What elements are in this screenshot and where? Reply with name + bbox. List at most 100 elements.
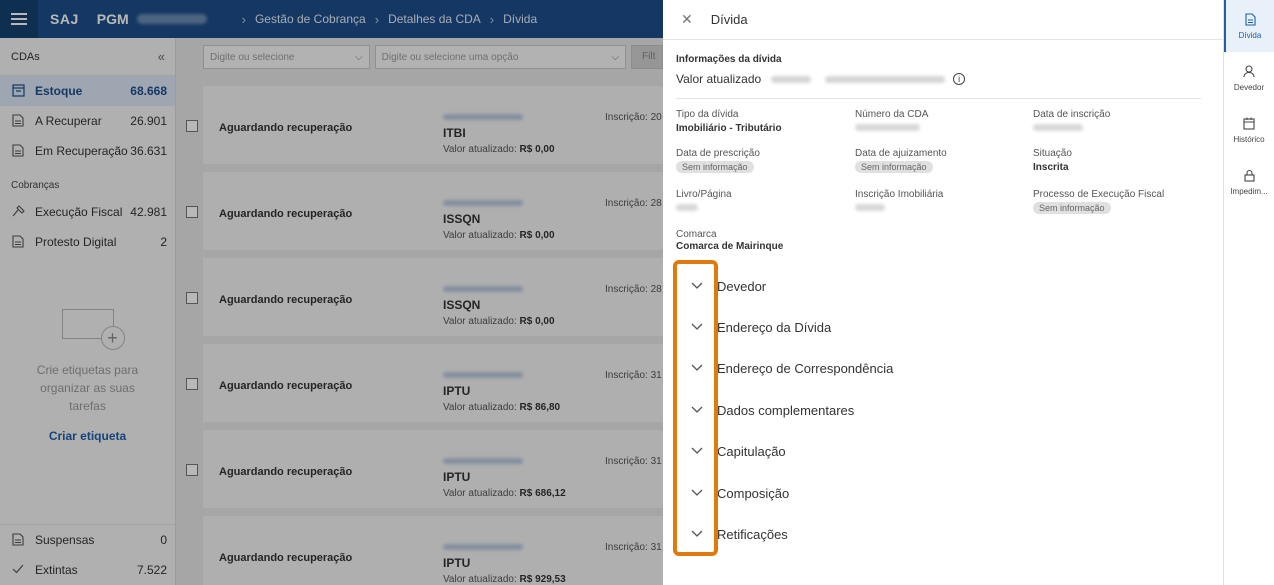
sidebar-item-execucao-fiscal[interactable]: Execução Fiscal 42.981 bbox=[0, 197, 175, 227]
row-valor: Valor atualizado: R$ 686,12 bbox=[443, 488, 566, 499]
sidebar-section-cobrancas: Cobranças bbox=[11, 180, 60, 191]
row-inscricao: Inscrição: 31 | bbox=[605, 542, 663, 553]
accordion-endereco-divida[interactable]: Endereço da Dívida bbox=[691, 316, 831, 338]
divider bbox=[676, 98, 1201, 99]
document-icon bbox=[11, 533, 25, 547]
accordion-label: Endereço da Dívida bbox=[717, 319, 832, 335]
sidebar-item-label: Em Recuperação bbox=[35, 144, 128, 158]
row-status: Aguardando recuperação bbox=[219, 552, 353, 564]
empty-tags-text: Crie etiquetas para organizar as suas ta… bbox=[36, 363, 139, 413]
sidebar-item-a-recuperar[interactable]: A Recuperar 26.901 bbox=[0, 106, 175, 136]
list-item[interactable]: Aguardando recuperação ISSQN Valor atual… bbox=[186, 258, 667, 336]
accordion-capitulacao[interactable]: Capitulação bbox=[691, 440, 786, 462]
accordion-retificacoes[interactable]: Retificações bbox=[691, 523, 788, 545]
field-inscricao-imobiliaria: Inscrição Imobiliária bbox=[855, 189, 943, 211]
redacted-value bbox=[1033, 124, 1083, 131]
accordion-label: Capitulação bbox=[717, 443, 786, 459]
plus-icon: + bbox=[100, 326, 125, 350]
redacted-cda-number bbox=[443, 286, 523, 292]
cda-list-area: Digite ou selecione ⌵ Digite ou selecion… bbox=[176, 38, 667, 585]
row-checkbox[interactable] bbox=[186, 378, 198, 390]
rail-item-historico[interactable]: Histórico bbox=[1224, 104, 1274, 156]
redacted-value bbox=[855, 124, 920, 131]
accordion-label: Composição bbox=[717, 485, 790, 501]
sidebar-item-label: Extintas bbox=[35, 563, 78, 577]
sidebar-item-em-recuperacao[interactable]: Em Recuperação 36.631 bbox=[0, 136, 175, 166]
document-icon bbox=[11, 114, 25, 128]
field-situacao: Situação Inscrita bbox=[1033, 148, 1072, 173]
list-item[interactable]: Aguardando recuperação ITBI Valor atuali… bbox=[186, 86, 663, 164]
row-tipo: IPTU bbox=[443, 470, 471, 484]
accordion-dados-complementares[interactable]: Dados complementares bbox=[691, 399, 854, 421]
list-item[interactable]: Aguardando recuperação IPTU Valor atuali… bbox=[186, 344, 667, 422]
redacted-cda-number bbox=[443, 544, 523, 550]
breadcrumb: › Gestão de Cobrança › Detalhes da CDA ›… bbox=[233, 12, 538, 27]
row-checkbox[interactable] bbox=[186, 120, 198, 132]
rail-item-divida[interactable]: Dívida bbox=[1224, 0, 1274, 52]
create-tag-link[interactable]: Criar etiqueta bbox=[49, 429, 126, 443]
rail-item-label: Histórico bbox=[1233, 134, 1265, 144]
filter-select-1[interactable]: Digite ou selecione ⌵ bbox=[203, 45, 370, 69]
calendar-icon bbox=[1243, 117, 1255, 132]
breadcrumb-separator-icon: › bbox=[241, 11, 246, 27]
row-inscricao: Inscrição: 20 bbox=[605, 112, 662, 123]
sidebar-item-extintas[interactable]: Extintas 7.522 bbox=[0, 555, 175, 585]
sidebar-item-suspensas[interactable]: Suspensas 0 bbox=[0, 525, 175, 555]
sidebar-item-count: 68.668 bbox=[130, 84, 167, 98]
sidebar-item-label: Estoque bbox=[35, 84, 83, 98]
redacted-cda-number bbox=[443, 114, 523, 120]
chevron-down-icon: ⌵ bbox=[355, 51, 363, 63]
row-status: Aguardando recuperação bbox=[219, 208, 353, 220]
breadcrumb-item-detalhes[interactable]: Detalhes da CDA bbox=[388, 12, 481, 26]
sidebar-item-label: Protesto Digital bbox=[35, 235, 117, 249]
close-icon[interactable]: ✕ bbox=[681, 11, 693, 28]
info-icon[interactable]: i bbox=[953, 73, 966, 85]
breadcrumb-item-gestao[interactable]: Gestão de Cobrança bbox=[255, 12, 366, 26]
rail-item-impedimentos[interactable]: Impedim... bbox=[1224, 156, 1274, 208]
redacted-cda-number bbox=[443, 458, 523, 464]
row-status: Aguardando recuperação bbox=[219, 380, 353, 392]
lock-icon bbox=[1243, 169, 1255, 184]
status-badge: Sem informação bbox=[1033, 202, 1111, 214]
chevron-down-icon bbox=[691, 364, 705, 372]
filter-select-2[interactable]: Digite ou selecione uma opção ⌵ bbox=[374, 45, 627, 69]
sidebar-item-label: Execução Fiscal bbox=[35, 205, 123, 219]
row-tipo: ISSQN bbox=[443, 212, 481, 226]
accordion-composicao[interactable]: Composição bbox=[691, 482, 789, 504]
rail-item-devedor[interactable]: Devedor bbox=[1224, 52, 1274, 104]
row-tipo: ITBI bbox=[443, 126, 466, 140]
accordion-label: Endereço de Correspondência bbox=[717, 360, 894, 376]
sidebar-item-label: A Recuperar bbox=[35, 114, 102, 128]
accordion-label: Devedor bbox=[717, 278, 767, 294]
person-icon bbox=[1243, 64, 1255, 80]
accordion-label: Retificações bbox=[717, 526, 788, 542]
sidebar-item-count: 26.901 bbox=[130, 114, 167, 128]
status-badge: Sem informação bbox=[676, 161, 754, 173]
breadcrumb-item-divida: Dívida bbox=[503, 12, 538, 26]
status-badge: Sem informação bbox=[855, 161, 933, 173]
chevron-down-icon bbox=[691, 447, 705, 455]
field-comarca: Comarca Comarca de Mairinque bbox=[676, 229, 784, 252]
valor-atualizado-label: Valor atualizado bbox=[676, 72, 762, 86]
double-chevron-left-icon[interactable]: « bbox=[158, 49, 165, 64]
sidebar-item-estoque[interactable]: Estoque 68.668 bbox=[0, 76, 175, 106]
brand-logo[interactable]: SAJ bbox=[50, 11, 79, 27]
rail-item-label: Dívida bbox=[1238, 30, 1262, 40]
row-valor: Valor atualizado: R$ 0,00 bbox=[443, 144, 555, 155]
list-item[interactable]: Aguardando recuperação IPTU Valor atuali… bbox=[186, 430, 667, 508]
breadcrumb-separator-icon: › bbox=[374, 11, 380, 27]
list-item[interactable]: Aguardando recuperação ISSQN Valor atual… bbox=[186, 172, 667, 250]
row-checkbox[interactable] bbox=[186, 292, 198, 304]
row-status: Aguardando recuperação bbox=[219, 122, 353, 134]
document-icon bbox=[11, 235, 25, 249]
list-item[interactable]: Aguardando recuperação IPTU Valor atuali… bbox=[203, 516, 663, 585]
filter-button[interactable]: Filt bbox=[631, 45, 663, 69]
row-checkbox[interactable] bbox=[186, 464, 198, 476]
accordion-devedor[interactable]: Devedor bbox=[691, 275, 766, 297]
redacted-value bbox=[676, 204, 698, 211]
accordion-endereco-correspondencia[interactable]: Endereço de Correspondência bbox=[691, 357, 893, 379]
hamburger-menu-icon[interactable] bbox=[0, 0, 38, 38]
sidebar-item-protesto-digital[interactable]: Protesto Digital 2 bbox=[0, 227, 175, 257]
row-checkbox[interactable] bbox=[186, 206, 198, 218]
redacted-entity bbox=[136, 14, 207, 24]
